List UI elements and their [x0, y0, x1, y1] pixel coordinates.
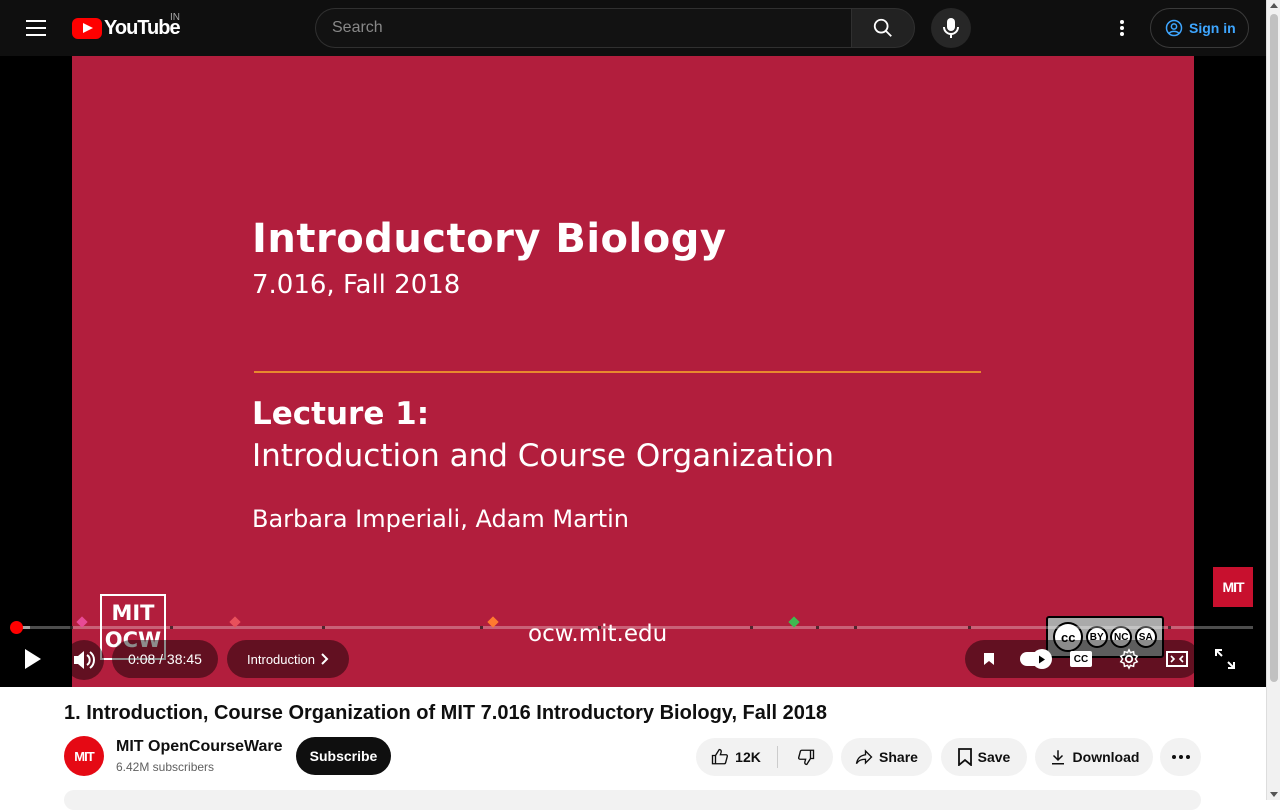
share-label: Share [879, 749, 918, 765]
chapter-divider [322, 626, 325, 629]
search-button[interactable] [851, 8, 915, 48]
play-icon [25, 649, 41, 669]
video-player[interactable]: Introductory Biology 7.016, Fall 2018 Le… [0, 56, 1266, 687]
channel-name[interactable]: MIT OpenCourseWare [116, 738, 283, 756]
progress-bar[interactable] [10, 616, 1253, 634]
download-icon [1051, 750, 1064, 765]
dislike-button[interactable] [778, 738, 833, 776]
settings-more-button[interactable] [1104, 10, 1140, 46]
share-icon [855, 749, 873, 765]
voice-search-button[interactable] [931, 8, 971, 48]
chapter-divider [1168, 626, 1171, 629]
like-count: 12K [735, 749, 761, 765]
chapter-divider [854, 626, 857, 629]
fullscreen-icon [1215, 649, 1235, 669]
scroll-down-arrow-icon[interactable] [1270, 792, 1278, 797]
mit-watermark-icon[interactable]: MIT [1213, 567, 1253, 607]
right-controls: CC [965, 640, 1200, 678]
channel-avatar[interactable]: MIT [64, 736, 104, 776]
chapter-divider [170, 626, 173, 629]
search-icon [873, 18, 892, 37]
more-vert-icon [1120, 20, 1124, 36]
chapter-label: Introduction [247, 651, 315, 667]
progress-scrubber[interactable] [10, 621, 24, 634]
slide-subtitle: 7.016, Fall 2018 [252, 270, 461, 300]
video-frame: Introductory Biology 7.016, Fall 2018 Le… [72, 56, 1194, 687]
microphone-icon [943, 18, 959, 38]
slide-title: Introductory Biology [252, 216, 727, 262]
thumbs-down-icon [797, 749, 814, 766]
autoplay-play-icon [1039, 655, 1045, 663]
bookmark-icon [984, 653, 994, 665]
save-label: Save [977, 749, 1011, 765]
sign-in-label: Sign in [1189, 20, 1236, 36]
chapter-divider [598, 626, 601, 629]
like-button[interactable]: 12K [696, 738, 776, 776]
subscriber-count: 6.42M subscribers [116, 760, 215, 774]
subtitles-button[interactable]: CC [1061, 640, 1101, 678]
share-button[interactable]: Share [841, 738, 932, 776]
toggle-knob [1032, 649, 1052, 669]
youtube-play-icon [72, 17, 102, 39]
subscribe-button[interactable]: Subscribe [296, 737, 391, 775]
chevron-right-icon [321, 653, 329, 665]
scrollbar-thumb[interactable] [1270, 14, 1278, 682]
volume-button[interactable] [64, 640, 104, 680]
scroll-up-arrow-icon[interactable] [1270, 3, 1278, 8]
account-icon [1165, 19, 1183, 37]
description-box[interactable] [64, 790, 1201, 810]
save-button[interactable]: Save [941, 738, 1027, 776]
video-title: 1. Introduction, Course Organization of … [64, 702, 828, 724]
slide-divider [254, 371, 981, 373]
toggle-track [1020, 649, 1052, 669]
more-actions-button[interactable] [1160, 738, 1201, 776]
chapter-button[interactable]: Introduction [227, 640, 349, 678]
slide-url: ocw.mit.edu [528, 621, 668, 647]
page-scrollbar[interactable] [1266, 0, 1280, 800]
gear-icon [1119, 648, 1139, 670]
autoplay-toggle[interactable] [1013, 640, 1057, 678]
fullscreen-button[interactable] [1206, 640, 1244, 678]
download-button[interactable]: Download [1035, 738, 1153, 776]
subtitles-icon: CC [1070, 651, 1092, 667]
chapter-divider [968, 626, 971, 629]
logo-text: YouTube [104, 16, 181, 39]
settings-button[interactable] [1109, 640, 1149, 678]
sign-in-button[interactable]: Sign in [1150, 8, 1249, 48]
chapter-divider [70, 626, 73, 629]
slide-lecture-label: Lecture 1: [252, 396, 430, 432]
more-horiz-icon [1171, 755, 1190, 759]
menu-icon[interactable] [18, 10, 54, 46]
chapter-divider [816, 626, 819, 629]
youtube-logo[interactable]: YouTube [72, 16, 181, 40]
like-dislike-group: 12K [696, 738, 833, 776]
search-box [315, 8, 852, 48]
play-button[interactable] [14, 640, 52, 678]
bookmark-outline-icon [957, 748, 972, 766]
ocw-logo-line1: MIT [111, 601, 155, 625]
country-code: IN [170, 12, 180, 23]
save-to-playlist-button[interactable] [969, 640, 1009, 678]
theater-mode-button[interactable] [1157, 640, 1197, 678]
download-label: Download [1072, 749, 1140, 765]
search-input[interactable] [332, 19, 852, 37]
slide-lecture-title: Introduction and Course Organization [252, 438, 835, 474]
thumbs-up-icon [711, 748, 729, 765]
chapter-divider [480, 626, 483, 629]
time-display: 0:08 / 38:45 [112, 640, 218, 678]
chapter-divider [750, 626, 753, 629]
volume-icon [74, 651, 95, 669]
masthead: YouTube IN Sign in [0, 0, 1266, 56]
theater-mode-icon [1166, 651, 1188, 667]
slide-authors: Barbara Imperiali, Adam Martin [252, 505, 629, 533]
